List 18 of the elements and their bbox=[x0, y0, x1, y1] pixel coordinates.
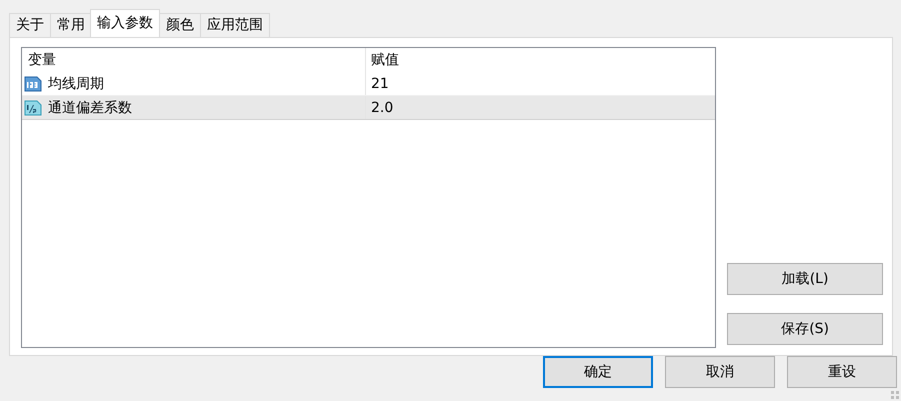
ok-button[interactable]: 确定 bbox=[543, 356, 653, 388]
column-header[interactable]: 赋值 bbox=[366, 51, 716, 69]
reset-button[interactable]: 重设 bbox=[787, 356, 897, 388]
tab[interactable]: 输入参数 bbox=[90, 9, 160, 37]
tab[interactable]: 关于 bbox=[9, 13, 51, 37]
parameter-value[interactable]: 21 bbox=[366, 76, 716, 92]
selected-row[interactable]: 通道偏差系数 2.0 bbox=[22, 96, 716, 120]
parameter-name: 通道偏差系数 bbox=[48, 98, 132, 116]
fraction-icon bbox=[24, 98, 42, 116]
tab[interactable]: 应用范围 bbox=[200, 13, 270, 37]
cancel-button[interactable]: 取消 bbox=[665, 356, 775, 388]
save-button[interactable]: 保存(S) bbox=[727, 313, 883, 345]
parameter-name: 均线周期 bbox=[48, 74, 104, 92]
load-button[interactable]: 加载(L) bbox=[727, 263, 883, 295]
column-header[interactable]: 变量 bbox=[22, 48, 366, 72]
resize-grip-icon[interactable] bbox=[891, 391, 899, 399]
integer-icon bbox=[24, 74, 42, 92]
parameter-value[interactable]: 2.0 bbox=[366, 100, 716, 116]
